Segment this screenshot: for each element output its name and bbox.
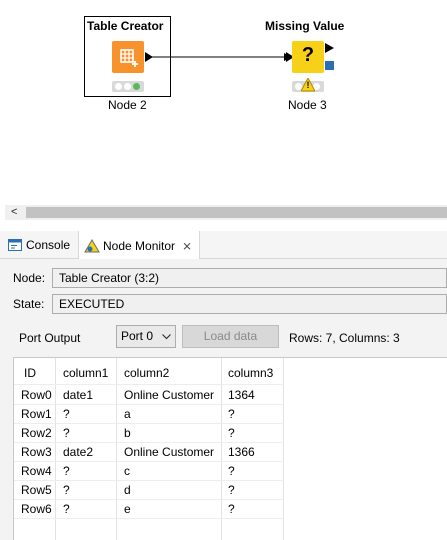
- table-grid-icon: [120, 49, 138, 67]
- row-divider: [14, 442, 284, 443]
- missing-value-icon[interactable]: ?: [292, 41, 324, 73]
- table-cell[interactable]: Online Customer: [124, 445, 214, 459]
- port-output-label: Port Output: [19, 331, 81, 345]
- table-cell[interactable]: Online Customer: [124, 388, 214, 402]
- port-select-value: Port 0: [121, 329, 154, 343]
- table-cell[interactable]: ?: [228, 502, 235, 516]
- node-2-status-lights: [112, 81, 144, 92]
- table-cell[interactable]: 1364: [228, 388, 255, 402]
- row-divider: [14, 518, 284, 519]
- tab-node-monitor-label: Node Monitor: [103, 238, 176, 253]
- node-monitor-icon: [84, 238, 100, 252]
- node-3-model-port-icon[interactable]: [325, 61, 334, 70]
- header-column3[interactable]: column3: [228, 366, 273, 380]
- column-divider: [283, 358, 284, 540]
- table-cell[interactable]: a: [124, 407, 131, 421]
- header-id[interactable]: ID: [24, 366, 36, 380]
- table-cell[interactable]: c: [124, 464, 130, 478]
- table-cell[interactable]: b: [124, 426, 131, 440]
- warning-icon-mark: !: [306, 80, 310, 90]
- console-icon: [8, 239, 22, 251]
- column-divider: [116, 358, 117, 540]
- table-cell[interactable]: ?: [228, 407, 235, 421]
- status-light-yellow-off: [124, 83, 131, 90]
- question-mark-icon: ?: [301, 44, 315, 66]
- row-divider: [14, 423, 284, 424]
- row-divider: [14, 499, 284, 500]
- port-select[interactable]: Port 0: [116, 325, 176, 348]
- state-field-label: State:: [13, 297, 45, 311]
- row-id-cell[interactable]: Row3: [21, 445, 52, 459]
- column-divider: [221, 358, 222, 540]
- table-creator-icon[interactable]: [112, 41, 144, 73]
- scrollbar-thumb[interactable]: [26, 207, 447, 218]
- row-id-cell[interactable]: Row1: [21, 407, 52, 421]
- table-cell[interactable]: ?: [63, 483, 70, 497]
- chevron-down-icon: [162, 334, 171, 340]
- canvas-horizontal-scrollbar[interactable]: <: [5, 205, 447, 220]
- row-divider: [14, 461, 284, 462]
- node-2-label[interactable]: Node 2: [108, 98, 147, 112]
- table-cell[interactable]: ?: [63, 426, 70, 440]
- table-cell[interactable]: date2: [63, 445, 93, 459]
- node-3-title: Missing Value: [265, 19, 345, 33]
- knime-workbench: Table Creator Node 2 Missing Value ? ! N…: [0, 0, 447, 540]
- node-3-label[interactable]: Node 3: [288, 98, 327, 112]
- load-data-button[interactable]: Load data: [182, 325, 279, 348]
- status-light-red-off: [115, 83, 122, 90]
- row-id-cell[interactable]: Row2: [21, 426, 52, 440]
- scroll-left-arrow-icon[interactable]: <: [11, 205, 17, 220]
- row-id-cell[interactable]: Row0: [21, 388, 52, 402]
- header-column1[interactable]: column1: [63, 366, 108, 380]
- bottom-view-tabs: Console Node Monitor ⨯: [0, 231, 447, 260]
- table-cell[interactable]: ?: [228, 426, 235, 440]
- tab-console[interactable]: Console: [8, 231, 76, 259]
- state-field[interactable]: EXECUTED: [52, 294, 447, 314]
- table-cell[interactable]: e: [124, 502, 131, 516]
- table-cell[interactable]: ?: [63, 464, 70, 478]
- table-cell[interactable]: 1366: [228, 445, 255, 459]
- node-2-title: Table Creator: [87, 19, 164, 33]
- row-id-cell[interactable]: Row5: [21, 483, 52, 497]
- node-field-label: Node:: [13, 271, 46, 285]
- table-cell[interactable]: date1: [63, 388, 93, 402]
- connection-line[interactable]: [152, 52, 292, 62]
- header-column2[interactable]: column2: [124, 366, 169, 380]
- node-field[interactable]: Table Creator (3:2): [52, 268, 447, 288]
- rows-columns-info: Rows: 7, Columns: 3: [289, 331, 400, 345]
- tab-node-monitor[interactable]: Node Monitor ⨯: [78, 231, 200, 260]
- row-id-cell[interactable]: Row4: [21, 464, 52, 478]
- table-cell[interactable]: ?: [63, 502, 70, 516]
- tab-console-label: Console: [26, 238, 71, 252]
- table-cell[interactable]: d: [124, 483, 131, 497]
- table-cell[interactable]: ?: [63, 407, 70, 421]
- column-divider: [55, 358, 56, 540]
- table-cell[interactable]: ?: [228, 464, 235, 478]
- data-table[interactable]: ID column1 column2 column3 Row0 date1 Onli…: [13, 357, 447, 540]
- row-divider: [14, 480, 284, 481]
- row-id-cell[interactable]: Row6: [21, 502, 52, 516]
- status-light-green-on: [133, 83, 140, 90]
- close-tab-icon[interactable]: ⨯: [182, 239, 192, 253]
- workflow-canvas[interactable]: Table Creator Node 2 Missing Value ? ! N…: [0, 0, 447, 205]
- row-divider: [14, 404, 284, 405]
- header-divider: [14, 384, 284, 385]
- table-cell[interactable]: ?: [228, 483, 235, 497]
- node-3-output-port-icon[interactable]: [325, 43, 334, 53]
